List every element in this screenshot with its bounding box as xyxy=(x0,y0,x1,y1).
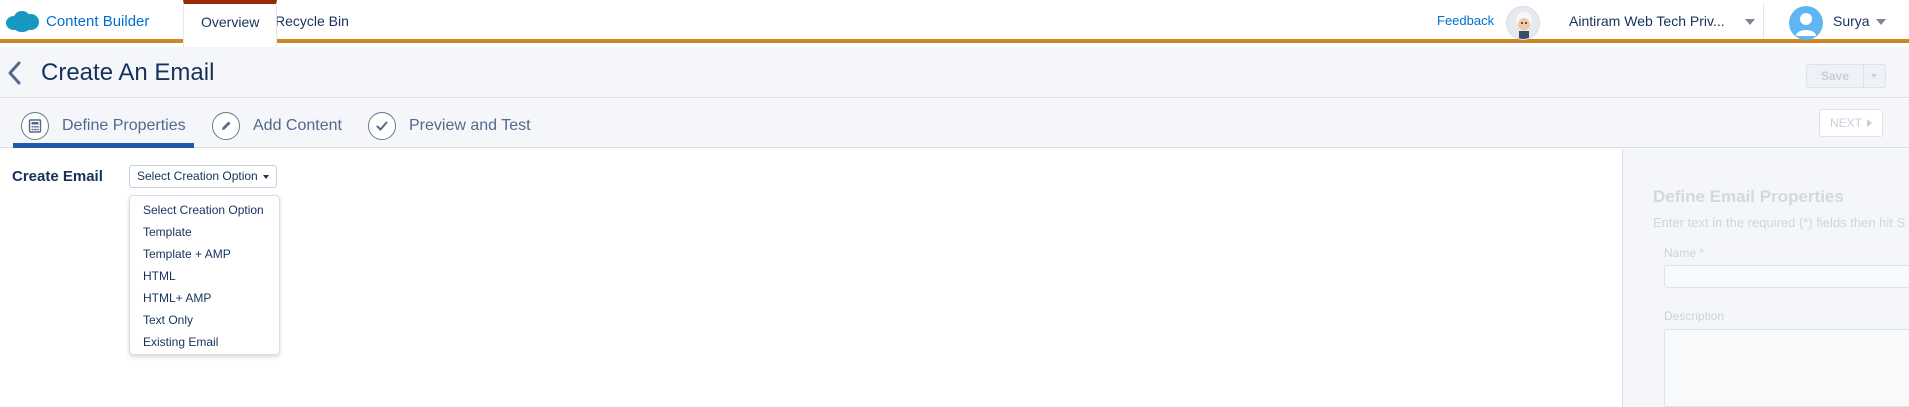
wizard-steps: Define Properties Add Content Preview an… xyxy=(0,99,1909,148)
save-button[interactable]: Save xyxy=(1806,64,1864,88)
back-arrow-icon[interactable] xyxy=(4,60,26,86)
description-label: Description xyxy=(1664,309,1725,323)
menu-item-html-amp[interactable]: HTML+ AMP xyxy=(130,287,279,309)
create-email-label: Create Email xyxy=(12,168,103,185)
creation-option-select[interactable]: Select Creation Option xyxy=(129,165,277,188)
salesforce-cloud-icon xyxy=(6,11,39,32)
step-define-properties[interactable]: Define Properties xyxy=(21,111,186,141)
main-content: Create Email Select Creation Option Sele… xyxy=(0,149,1622,407)
step-label: Add Content xyxy=(253,117,342,134)
chevron-down-icon xyxy=(263,175,269,179)
org-chevron-down-icon[interactable] xyxy=(1745,19,1755,25)
einstein-avatar[interactable] xyxy=(1506,6,1540,40)
active-step-indicator xyxy=(13,143,194,148)
save-options-button[interactable] xyxy=(1864,64,1886,88)
menu-item-template[interactable]: Template xyxy=(130,221,279,243)
name-field[interactable] xyxy=(1664,265,1909,288)
page-title: Create An Email xyxy=(41,59,215,86)
einstein-icon xyxy=(1516,12,1532,39)
menu-item-select-creation-option[interactable]: Select Creation Option xyxy=(130,199,279,221)
check-icon xyxy=(368,112,396,140)
chevron-down-icon xyxy=(1871,74,1877,78)
divider xyxy=(1763,4,1764,38)
menu-item-existing-email[interactable]: Existing Email xyxy=(130,331,279,353)
brand[interactable]: Content Builder xyxy=(4,9,149,33)
next-button[interactable]: NEXT xyxy=(1819,109,1883,137)
chevron-right-icon xyxy=(1867,119,1872,127)
calculator-icon xyxy=(21,112,49,140)
step-label: Define Properties xyxy=(62,117,186,134)
step-preview-and-test[interactable]: Preview and Test xyxy=(368,111,531,141)
org-name[interactable]: Aintiram Web Tech Priv... xyxy=(1569,13,1725,29)
name-label: Name * xyxy=(1664,246,1705,260)
feedback-link[interactable]: Feedback xyxy=(1437,13,1494,28)
user-chevron-down-icon[interactable] xyxy=(1876,19,1886,25)
tab-overview[interactable]: Overview xyxy=(183,0,278,47)
step-label: Preview and Test xyxy=(409,117,531,134)
panel-instructions: Enter text in the required (*) fields th… xyxy=(1653,215,1906,230)
menu-item-text-only[interactable]: Text Only xyxy=(130,309,279,331)
pencil-icon xyxy=(212,112,240,140)
user-avatar[interactable] xyxy=(1789,6,1823,40)
step-add-content[interactable]: Add Content xyxy=(212,111,342,141)
app-name: Content Builder xyxy=(46,12,150,30)
menu-item-html[interactable]: HTML xyxy=(130,265,279,287)
next-label: NEXT xyxy=(1830,116,1863,130)
page-header: Create An Email Save xyxy=(0,47,1909,98)
menu-item-template-amp[interactable]: Template + AMP xyxy=(130,243,279,265)
description-field[interactable] xyxy=(1664,329,1909,407)
email-properties-panel: Define Email Properties Enter text in th… xyxy=(1622,149,1909,407)
user-icon xyxy=(1796,13,1816,36)
select-value: Select Creation Option xyxy=(137,169,258,183)
panel-title: Define Email Properties xyxy=(1653,187,1844,206)
top-nav: Content Builder Overview Recycle Bin Fee… xyxy=(0,0,1909,47)
creation-option-menu: Select Creation Option Template Template… xyxy=(129,195,280,355)
user-name[interactable]: Surya xyxy=(1833,13,1870,29)
